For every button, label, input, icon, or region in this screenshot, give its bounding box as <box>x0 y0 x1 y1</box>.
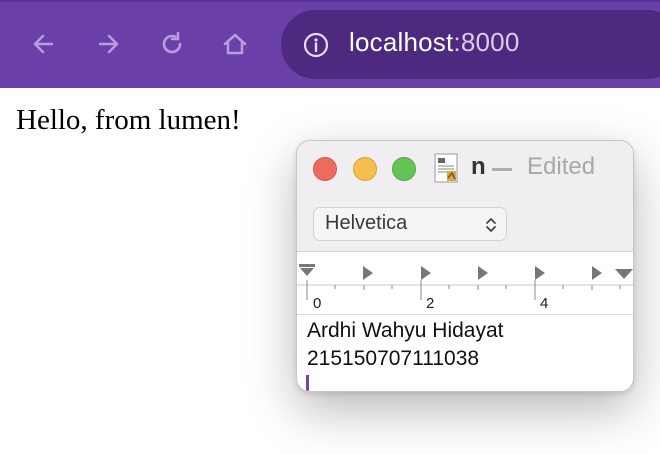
ruler-graphic: 0 2 4 <box>297 264 633 312</box>
font-family-select[interactable]: Helvetica <box>313 207 507 241</box>
url-text[interactable]: localhost:8000 <box>349 27 520 58</box>
zoom-button[interactable] <box>392 157 416 181</box>
right-indent-marker[interactable] <box>615 269 633 279</box>
window-titlebar: n Edited Helvetica <box>297 141 633 252</box>
chevron-up-down-icon <box>486 218 496 232</box>
text-editor-area[interactable]: Ardhi Wahyu Hidayat 215150707111038 <box>297 315 633 391</box>
edited-status: Edited <box>527 153 596 180</box>
url-port: :8000 <box>453 27 520 57</box>
back-icon <box>33 34 54 54</box>
close-button[interactable] <box>313 157 337 181</box>
textedit-window: n Edited Helvetica 0 2 4 Ardhi Wahyu Hid… <box>296 140 634 392</box>
text-line-2: 215150707111038 <box>307 347 480 370</box>
reload-icon <box>162 31 182 54</box>
font-family-value: Helvetica <box>325 212 408 234</box>
home-icon <box>223 33 247 55</box>
reload-button[interactable] <box>154 26 190 62</box>
text-line-1: Ardhi Wahyu Hidayat <box>307 319 504 342</box>
document-icon <box>434 153 458 183</box>
title-separator <box>492 168 512 171</box>
page-body-text: Hello, from lumen! <box>16 104 241 136</box>
ruler-label-2: 2 <box>426 295 434 312</box>
address-bar[interactable]: localhost:8000 <box>281 10 660 79</box>
forward-button[interactable] <box>90 26 126 62</box>
ruler-label-4: 4 <box>540 295 548 312</box>
window-title: n <box>471 153 486 180</box>
ruler[interactable]: 0 2 4 <box>297 252 633 315</box>
left-indent-marker[interactable] <box>299 264 315 276</box>
info-icon[interactable] <box>303 32 329 58</box>
ruler-label-0: 0 <box>313 295 321 312</box>
tab-stop-markers[interactable] <box>363 266 602 280</box>
home-button[interactable] <box>217 26 253 62</box>
text-caret <box>306 375 309 391</box>
url-host: localhost <box>349 27 454 57</box>
back-button[interactable] <box>26 26 62 62</box>
minimize-button[interactable] <box>353 157 377 181</box>
browser-toolbar: localhost:8000 <box>0 0 660 88</box>
forward-icon <box>98 34 119 54</box>
